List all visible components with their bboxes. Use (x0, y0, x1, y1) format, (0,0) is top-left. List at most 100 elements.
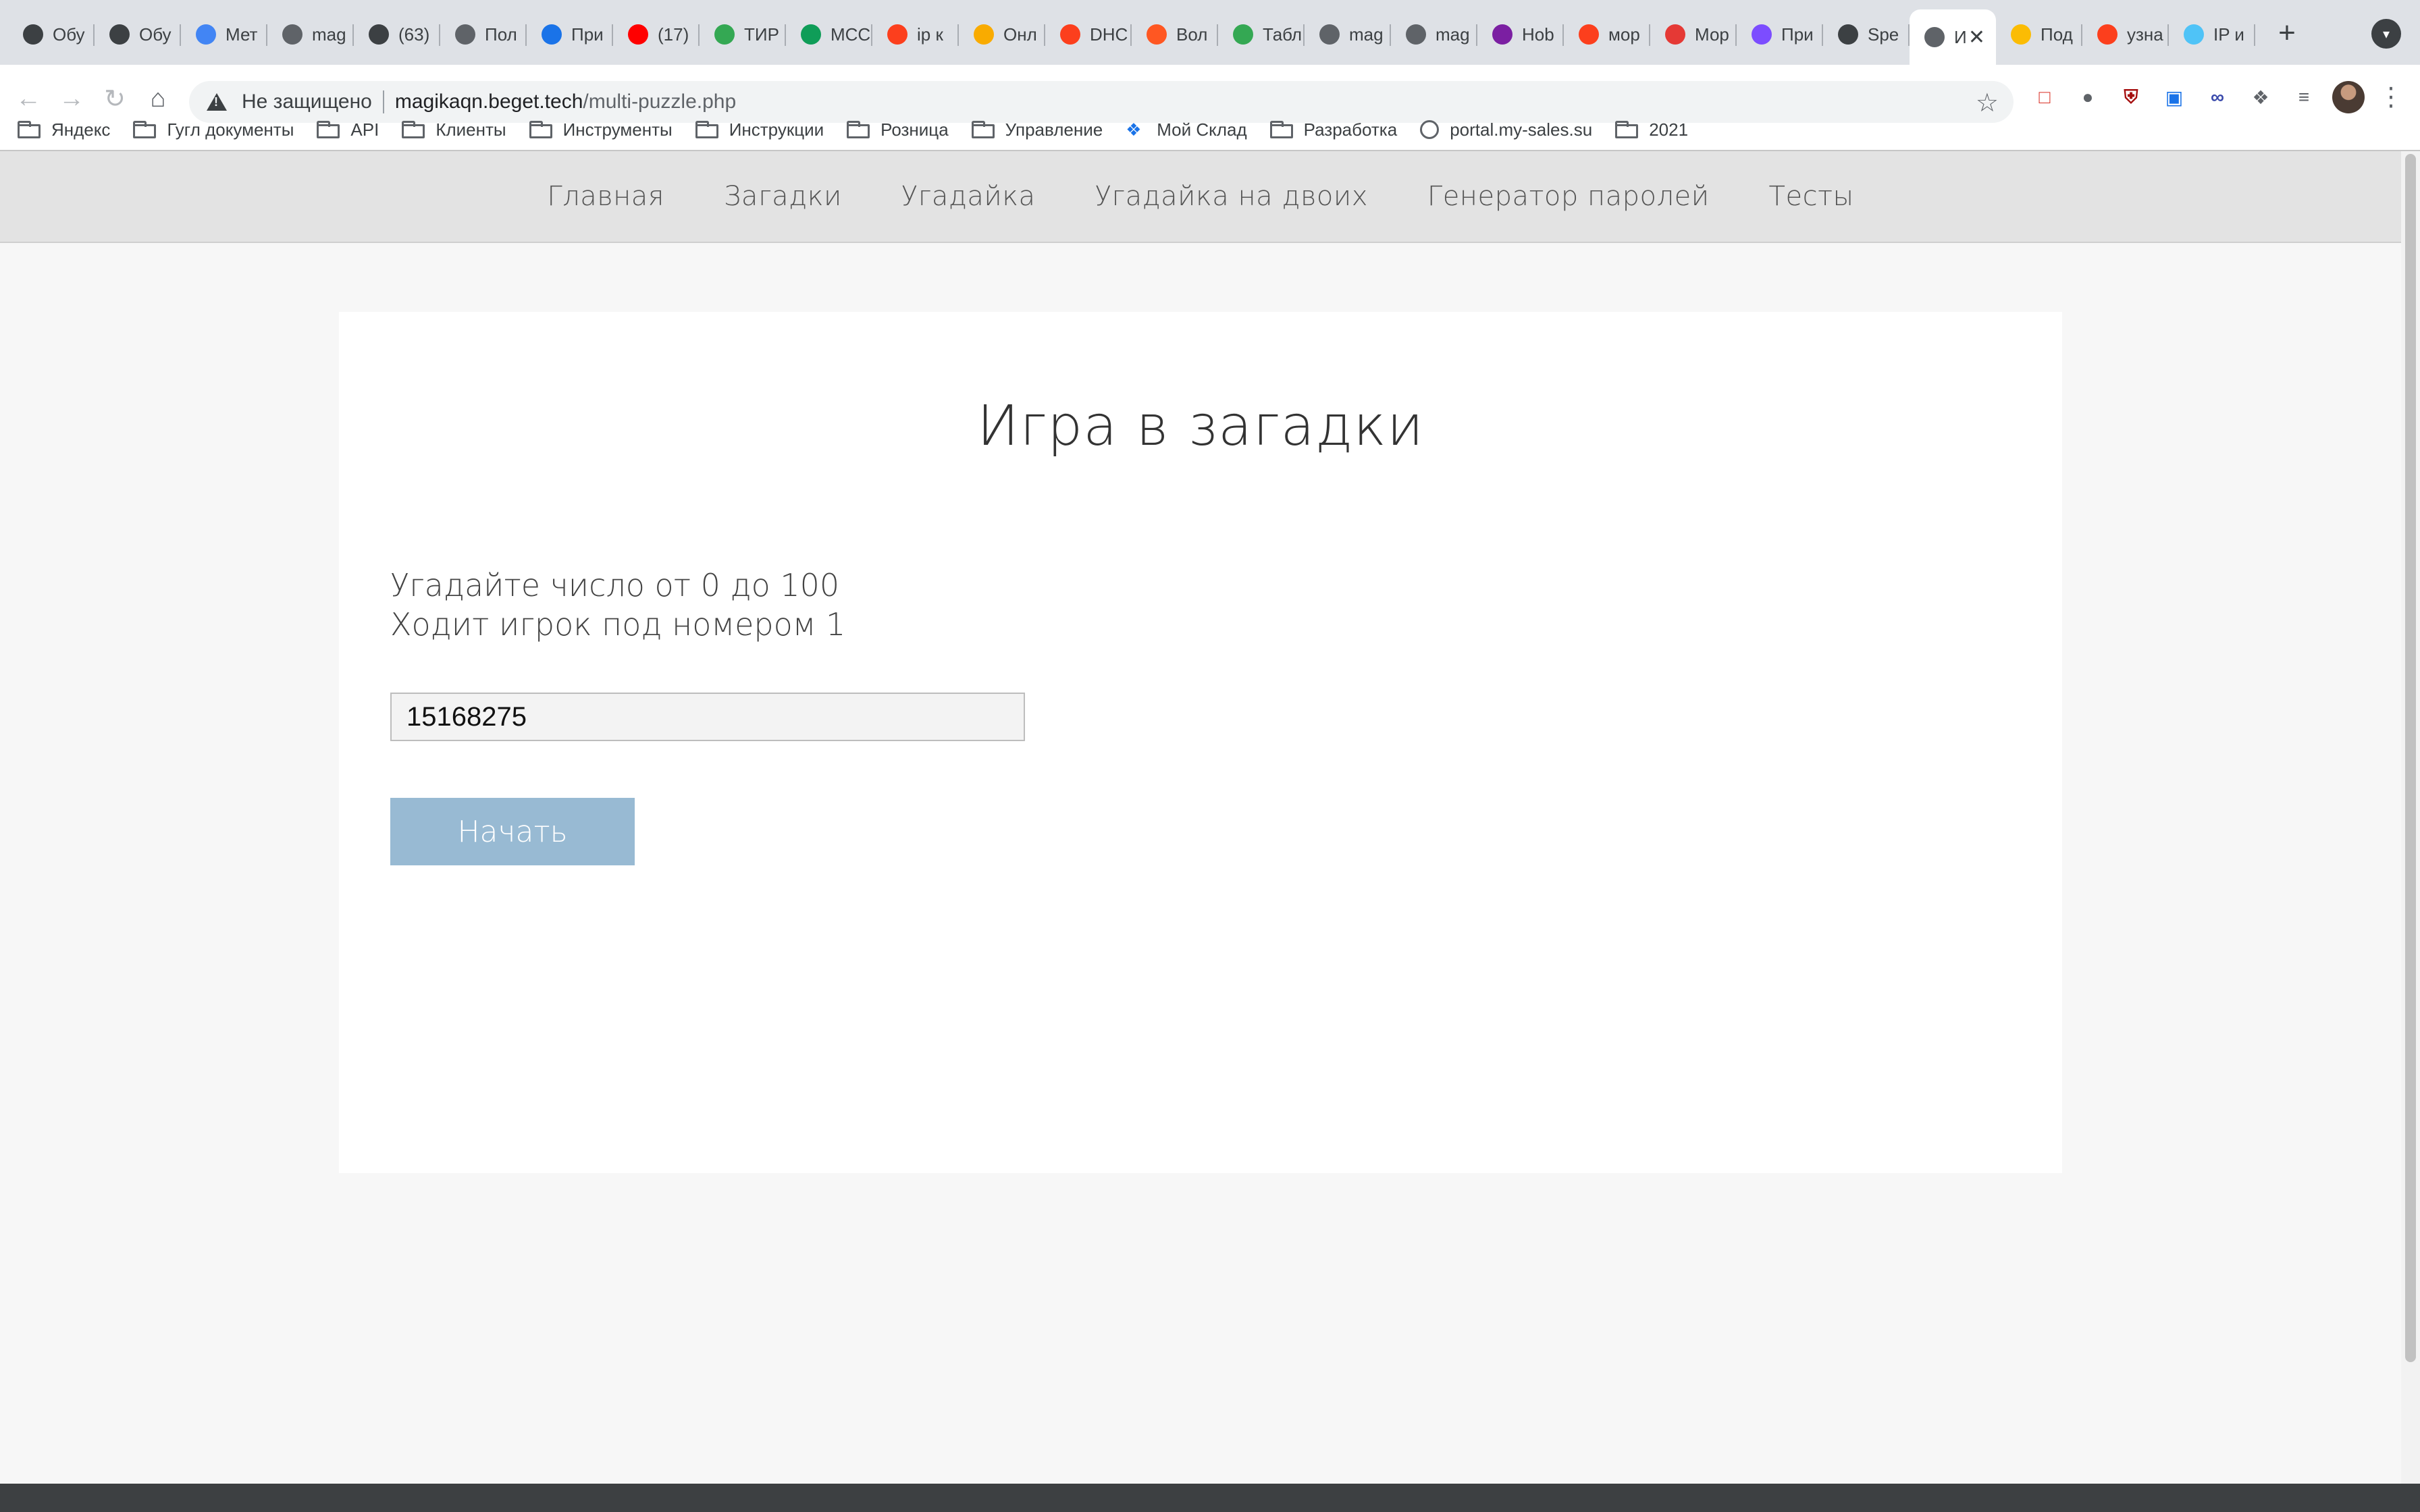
reading-list-icon[interactable]: ≡ (2289, 82, 2319, 112)
nav-item-guess[interactable]: Угадайка (901, 181, 1036, 212)
tab[interactable]: DHC (1045, 14, 1132, 55)
tab[interactable]: Вол (1132, 14, 1218, 55)
bookmark-item[interactable]: Розница (847, 119, 949, 140)
page-title: Игра в загадки (977, 394, 1424, 458)
tab-label: Обу (139, 24, 172, 45)
tab-label: При (571, 24, 604, 45)
tab[interactable]: Под (1996, 14, 2082, 55)
folder-icon (317, 121, 340, 138)
blogger-icon (1147, 24, 1167, 45)
nav-item-riddles[interactable]: Загадки (724, 181, 842, 212)
tab-label: mag (312, 24, 346, 45)
bookmark-label: portal.my-sales.su (1450, 119, 1593, 140)
arrow-circle-icon (369, 24, 389, 45)
extension-red-icon[interactable]: □ (2030, 82, 2059, 112)
github-icon (1319, 24, 1340, 45)
nav-item-guess-two-players[interactable]: Угадайка на двоих (1095, 181, 1368, 212)
tab[interactable]: IP и (2169, 14, 2255, 55)
tab[interactable]: Обу (95, 14, 181, 55)
page-scrollbar[interactable] (2401, 151, 2420, 1484)
extension-color-icon[interactable]: ● (2073, 82, 2103, 112)
current-player: Ходит игрок под номером 1 (390, 606, 846, 643)
tab-search-button[interactable]: ▾ (2371, 19, 2401, 49)
folder-icon (695, 121, 718, 138)
folder-icon (847, 121, 870, 138)
globe-icon (1420, 120, 1440, 139)
bookmark-item[interactable]: Инструменты (529, 119, 673, 140)
bookmark-item[interactable]: Гугл документы (133, 119, 294, 140)
tab[interactable]: мор (1564, 14, 1650, 55)
bookmark-item[interactable]: Управление (971, 119, 1103, 140)
tab[interactable]: ip к (872, 14, 959, 55)
tab[interactable]: Мор (1650, 14, 1737, 55)
bookmark-item[interactable]: ❖ Мой Склад (1126, 119, 1246, 140)
tab[interactable]: узна (2082, 14, 2169, 55)
tab-label: При (1781, 24, 1814, 45)
code-icon (1233, 24, 1253, 45)
tab-active[interactable]: И ✕ (1910, 9, 1996, 65)
tab-label: DHC (1090, 24, 1128, 45)
tab[interactable]: Пол (440, 14, 527, 55)
extension-infinity-icon[interactable]: ∞ (2203, 82, 2232, 112)
tab[interactable]: (63) (354, 14, 440, 55)
folder-icon (402, 121, 425, 138)
tab[interactable]: Онл (959, 14, 1045, 55)
folder-icon (133, 121, 157, 138)
tab-label: (17) (658, 24, 689, 45)
bookmark-label: Клиенты (436, 119, 506, 140)
bookmark-label: API (350, 119, 379, 140)
tab[interactable]: При (527, 14, 613, 55)
feather-icon (1752, 24, 1772, 45)
openai-icon (109, 24, 130, 45)
bookmark-item[interactable]: Яндекс (18, 119, 110, 140)
tab-label: узна (2127, 24, 2163, 45)
guess-input[interactable] (390, 693, 1025, 741)
play-icon (2011, 24, 2031, 45)
ublock-icon[interactable]: ⛨ (2116, 82, 2146, 112)
scrollbar-thumb[interactable] (2405, 154, 2416, 1362)
tab-label: Обу (53, 24, 85, 45)
bookmark-item[interactable]: 2021 (1615, 119, 1688, 140)
tab-label: Мор (1695, 24, 1729, 45)
site-nav: Главная Загадки Угадайка Угадайка на дво… (0, 151, 2401, 243)
tab[interactable]: Обу (8, 14, 95, 55)
nav-item-password-generator[interactable]: Генератор паролей (1427, 181, 1710, 212)
nav-item-home[interactable]: Главная (547, 181, 664, 212)
tab-label: мор (1608, 24, 1640, 45)
tab[interactable]: Spe (1823, 14, 1910, 55)
tab[interactable]: Мет (181, 14, 267, 55)
drops-icon (542, 24, 562, 45)
bookmark-label: Разработка (1303, 119, 1398, 140)
nav-item-tests[interactable]: Тесты (1769, 181, 1854, 212)
tab[interactable]: (17) (613, 14, 700, 55)
extension-window-icon[interactable]: ▣ (2159, 82, 2189, 112)
close-tab-icon[interactable]: ✕ (1968, 26, 1985, 49)
tab[interactable]: Табл (1218, 14, 1305, 55)
tab[interactable]: При (1737, 14, 1823, 55)
tab[interactable]: mag (267, 14, 354, 55)
bookmark-item[interactable]: Инструкции (695, 119, 824, 140)
yandex-icon (1579, 24, 1599, 45)
google-docs-icon (196, 24, 216, 45)
bookmark-item[interactable]: portal.my-sales.su (1420, 119, 1592, 140)
youtube-icon (628, 24, 648, 45)
bookmark-item[interactable]: Клиенты (402, 119, 506, 140)
game-card: Игра в загадки Угадайте число от 0 до 10… (339, 312, 2062, 1173)
openai-icon (23, 24, 43, 45)
bookmark-label: 2021 (1649, 119, 1689, 140)
bookmark-label: Яндекс (51, 119, 111, 140)
tab-label: mag (1436, 24, 1470, 45)
bookmark-item[interactable]: Разработка (1269, 119, 1398, 140)
new-tab-button[interactable]: + (2270, 16, 2304, 50)
start-button[interactable]: Начать (390, 798, 635, 865)
profile-avatar[interactable] (2332, 81, 2365, 113)
tab[interactable]: mag (1391, 14, 1477, 55)
tab[interactable]: ТИР (700, 14, 786, 55)
tab[interactable]: mag (1305, 14, 1391, 55)
bookmark-item[interactable]: API (317, 119, 379, 140)
extensions-puzzle-icon[interactable]: ❖ (2246, 82, 2276, 112)
google-sheets-icon (801, 24, 821, 45)
github-icon (282, 24, 302, 45)
tab[interactable]: МСС (786, 14, 872, 55)
tab[interactable]: Hob (1477, 14, 1564, 55)
